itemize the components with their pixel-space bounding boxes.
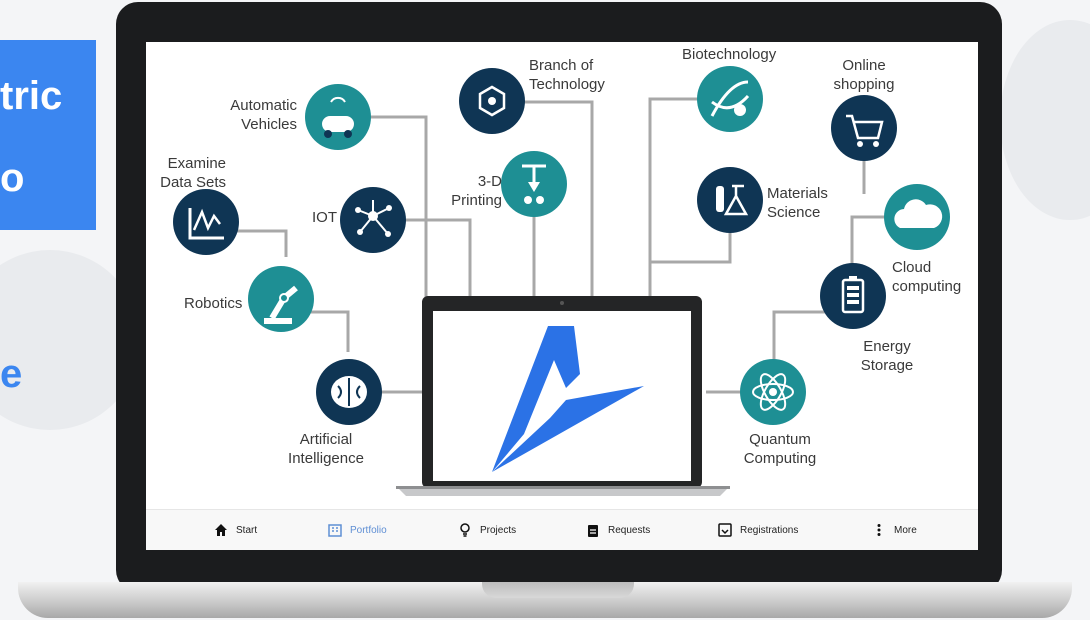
- inner-laptop: [396, 296, 730, 496]
- label-materials-science: Materials Science: [767, 185, 828, 221]
- nav-label-registrations: Registrations: [740, 524, 799, 536]
- laptop-screen: Automatic Vehicles Examine Data Sets IOT…: [146, 42, 978, 550]
- clipboard-icon: [588, 525, 598, 537]
- nav-item-start[interactable]: Start: [214, 520, 257, 540]
- label-online-shopping: Online shopping: [833, 57, 895, 93]
- label-artificial-intelligence: Artificial Intelligence: [288, 431, 364, 467]
- online-shopping-icon: [831, 95, 897, 161]
- cloud-computing-icon: [884, 184, 950, 250]
- building-icon: [328, 524, 342, 537]
- background-shape: [1000, 20, 1090, 220]
- materials-science-icon: [697, 167, 763, 233]
- artificial-intelligence-icon: [316, 359, 382, 425]
- home-icon: [215, 524, 227, 536]
- nav-label-projects: Projects: [480, 524, 517, 536]
- headline-panel: tric o: [0, 40, 96, 230]
- label-cloud-computing: Cloud computing: [892, 259, 962, 295]
- label-iot: IOT: [312, 209, 337, 226]
- lightbulb-icon: [460, 523, 470, 537]
- nav-label-more: More: [894, 524, 917, 536]
- 3d-printing-icon: [501, 151, 567, 217]
- nav-item-requests[interactable]: Requests: [586, 520, 650, 540]
- nav-label-requests: Requests: [608, 524, 651, 536]
- biotechnology-icon: [697, 66, 763, 132]
- connector-line: [403, 218, 472, 300]
- label-examine-data-sets: Examine Data Sets: [160, 155, 226, 191]
- automatic-vehicles-icon: [305, 84, 371, 150]
- nav-label-portfolio: Portfolio: [350, 524, 387, 536]
- label-robotics: Robotics: [184, 295, 243, 312]
- label-energy-storage: Energy Storage: [860, 338, 914, 374]
- label-quantum-computing: Quantum Computing: [743, 431, 817, 467]
- robotics-icon: [248, 266, 314, 332]
- label-biotechnology: Biotechnology: [682, 46, 777, 63]
- branch-of-technology-icon: [459, 68, 525, 134]
- headline-line3: e: [0, 352, 23, 396]
- label-branch-of-technology: Branch of Technology: [529, 57, 605, 93]
- headline-line2: o: [0, 156, 25, 200]
- energy-storage-icon: [820, 263, 886, 329]
- registration-icon: [718, 523, 732, 537]
- label-automatic-vehicles: Automatic Vehicles: [230, 97, 297, 133]
- nav-item-registrations[interactable]: Registrations: [718, 520, 798, 540]
- examine-data-sets-icon: [173, 189, 239, 255]
- nav-item-portfolio[interactable]: Portfolio: [328, 520, 387, 540]
- nav-label-start: Start: [236, 524, 258, 536]
- nav-item-more[interactable]: More: [872, 520, 917, 540]
- laptop-notch: [482, 582, 634, 598]
- quantum-computing-icon: [740, 359, 806, 425]
- bottom-nav: Start Portfolio Projects Requests Regist…: [146, 509, 978, 550]
- iot-icon: [340, 187, 406, 253]
- label-3d-printing: 3-D Printing: [451, 173, 502, 209]
- more-vertical-icon: [877, 524, 881, 536]
- headline-line1: tric: [0, 74, 63, 118]
- nav-item-projects[interactable]: Projects: [458, 520, 516, 540]
